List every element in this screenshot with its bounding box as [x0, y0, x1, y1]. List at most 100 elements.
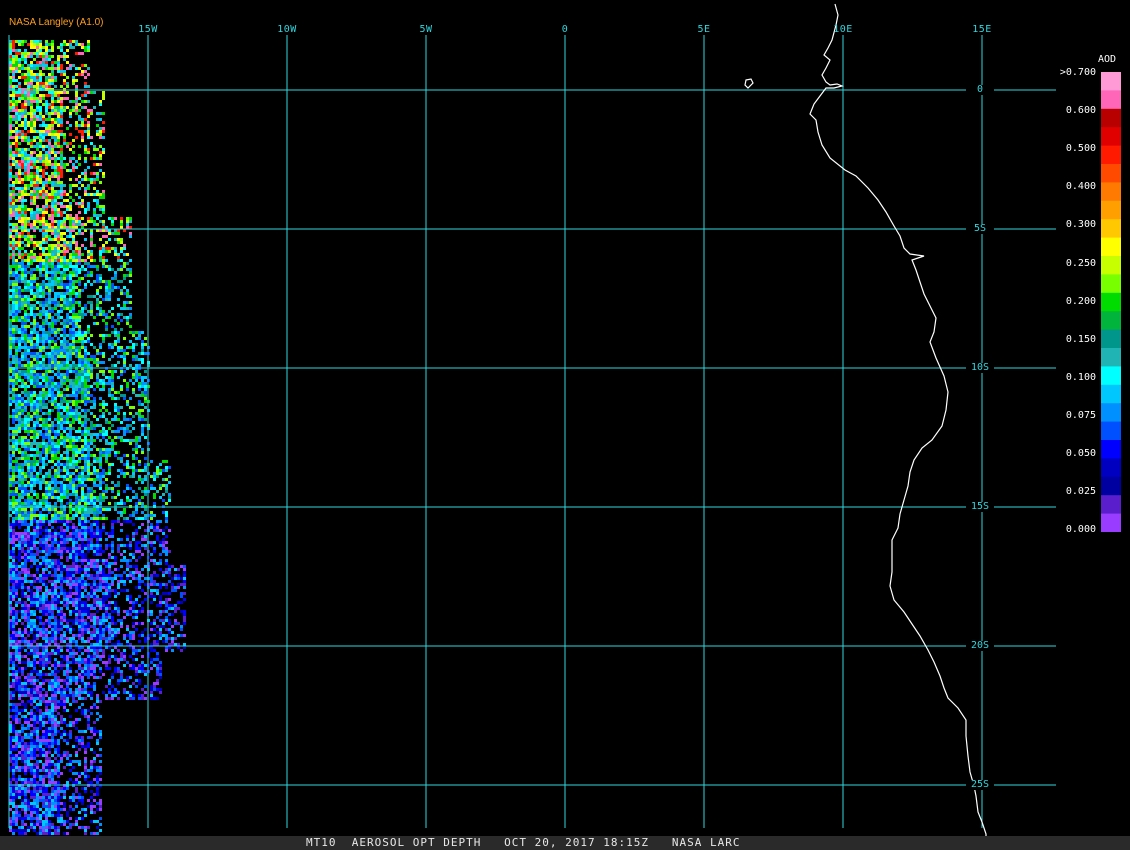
- aod-pixel: [45, 232, 48, 235]
- aod-pixel: [138, 478, 141, 481]
- aod-pixel: [183, 586, 186, 589]
- aod-pixel: [57, 151, 60, 154]
- aod-pixel: [42, 499, 45, 502]
- aod-pixel: [63, 223, 66, 226]
- aod-pixel: [63, 514, 66, 517]
- aod-pixel: [81, 520, 84, 523]
- aod-pixel: [42, 190, 45, 193]
- aod-pixel: [66, 385, 69, 388]
- aod-pixel: [84, 517, 87, 520]
- aod-pixel: [114, 340, 117, 343]
- aod-pixel: [126, 319, 129, 322]
- aod-pixel: [84, 508, 87, 511]
- aod-pixel: [15, 94, 18, 97]
- aod-pixel: [66, 250, 69, 253]
- aod-pixel: [48, 139, 51, 142]
- aod-pixel: [39, 82, 42, 85]
- aod-pixel: [111, 418, 114, 421]
- aod-pixel: [51, 274, 54, 277]
- aod-pixel: [48, 523, 51, 526]
- aod-pixel: [24, 544, 27, 547]
- aod-pixel: [102, 334, 105, 337]
- aod-pixel: [93, 592, 96, 595]
- aod-pixel: [111, 343, 114, 346]
- aod-pixel: [24, 451, 27, 454]
- aod-pixel: [75, 439, 78, 442]
- aod-pixel: [72, 364, 75, 367]
- aod-pixel: [90, 565, 93, 568]
- aod-pixel: [12, 205, 15, 208]
- aod-pixel: [66, 268, 69, 271]
- aod-pixel: [12, 244, 15, 247]
- aod-pixel: [51, 133, 54, 136]
- aod-pixel: [63, 199, 66, 202]
- aod-pixel: [48, 313, 51, 316]
- aod-pixel: [18, 130, 21, 133]
- aod-pixel: [36, 550, 39, 553]
- aod-pixel: [30, 304, 33, 307]
- aod-pixel: [27, 391, 30, 394]
- aod-pixel: [117, 232, 120, 235]
- aod-pixel: [15, 67, 18, 70]
- aod-pixel: [63, 580, 66, 583]
- aod-pixel: [99, 529, 102, 532]
- aod-pixel: [18, 418, 21, 421]
- aod-pixel: [117, 349, 120, 352]
- aod-pixel: [123, 463, 126, 466]
- aod-pixel: [18, 76, 21, 79]
- aod-pixel: [99, 571, 102, 574]
- aod-pixel: [30, 70, 33, 73]
- aod-pixel: [120, 328, 123, 331]
- aod-pixel: [111, 490, 114, 493]
- aod-pixel: [45, 337, 48, 340]
- aod-pixel: [30, 94, 33, 97]
- aod-pixel: [141, 496, 144, 499]
- aod-pixel: [93, 163, 96, 166]
- aod-pixel: [18, 298, 21, 301]
- aod-pixel: [72, 445, 75, 448]
- aod-pixel: [36, 601, 39, 604]
- aod-pixel: [54, 424, 57, 427]
- aod-pixel: [33, 115, 36, 118]
- aod-pixel: [99, 424, 102, 427]
- aod-pixel: [78, 481, 81, 484]
- aod-pixel: [18, 436, 21, 439]
- aod-pixel: [57, 514, 60, 517]
- aod-pixel: [51, 442, 54, 445]
- aod-pixel: [15, 79, 18, 82]
- aod-pixel: [69, 535, 72, 538]
- aod-pixel: [24, 439, 27, 442]
- aod-pixel: [21, 121, 24, 124]
- aod-pixel: [45, 292, 48, 295]
- aod-pixel: [30, 442, 33, 445]
- aod-pixel: [33, 112, 36, 115]
- aod-pixel: [123, 415, 126, 418]
- aod-pixel: [60, 487, 63, 490]
- aod-pixel: [21, 280, 24, 283]
- aod-pixel: [48, 163, 51, 166]
- aod-pixel: [27, 175, 30, 178]
- aod-pixel: [33, 385, 36, 388]
- aod-pixel: [54, 175, 57, 178]
- aod-pixel: [90, 283, 93, 286]
- aod-pixel: [78, 595, 81, 598]
- aod-pixel: [69, 493, 72, 496]
- aod-pixel: [24, 214, 27, 217]
- aod-pixel: [144, 436, 147, 439]
- aod-pixel: [24, 574, 27, 577]
- aod-pixel: [87, 496, 90, 499]
- aod-pixel: [111, 463, 114, 466]
- aod-pixel: [72, 370, 75, 373]
- aod-pixel: [99, 460, 102, 463]
- aod-pixel: [15, 130, 18, 133]
- aod-pixel: [123, 301, 126, 304]
- aod-pixel: [39, 337, 42, 340]
- aod-pixel: [21, 67, 24, 70]
- aod-pixel: [18, 232, 21, 235]
- aod-pixel: [105, 517, 108, 520]
- aod-pixel: [51, 547, 54, 550]
- aod-pixel: [81, 376, 84, 379]
- aod-pixel: [123, 307, 126, 310]
- aod-pixel: [39, 256, 42, 259]
- aod-pixel: [60, 310, 63, 313]
